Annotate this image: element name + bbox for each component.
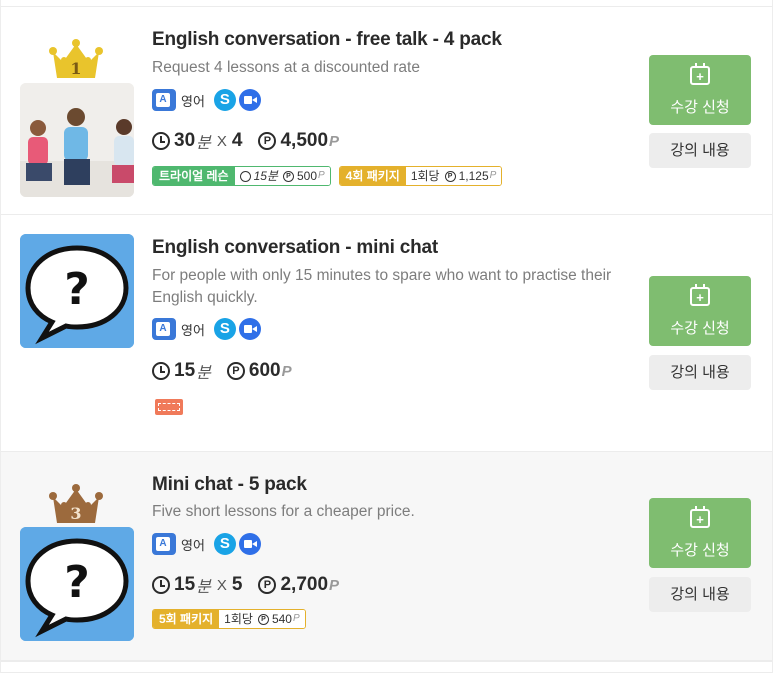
- zoom-icon: [238, 533, 261, 555]
- course-details-button[interactable]: 강의 내용: [649, 355, 751, 390]
- skype-icon: S: [213, 89, 236, 111]
- trial-lesson-tag[interactable]: 트라이얼 레슨 15분 P 500 P: [152, 166, 331, 186]
- course-details-button[interactable]: 강의 내용: [649, 577, 751, 612]
- course-price: 2,700: [280, 574, 329, 595]
- calendar-plus-icon: +: [690, 506, 710, 528]
- clock-icon: [152, 132, 170, 150]
- duration-unit: 분: [196, 579, 211, 596]
- question-bubble-image: ?: [20, 527, 134, 641]
- apply-button[interactable]: + 수강 신청: [649, 276, 751, 346]
- lesson-duration: 15: [174, 360, 196, 381]
- offer-tags: 5회 패키지 1회당 P 540 P: [152, 609, 314, 629]
- language-icon: A: [152, 533, 176, 555]
- lesson-duration: 15: [174, 574, 196, 595]
- language-label: 영어: [181, 93, 205, 109]
- course-description: For people with only 15 minutes to spare…: [152, 267, 612, 306]
- coin-icon: P: [257, 613, 269, 625]
- svg-text:?: ?: [64, 264, 90, 315]
- lesson-meta: 15 분 X 5 P 2,700 P: [152, 572, 339, 598]
- course-description: Five short lessons for a cheaper price.: [152, 503, 415, 520]
- times-sign: X: [216, 576, 227, 594]
- language-icon: A: [152, 89, 176, 111]
- course-card: 3 ? Mini chat - 5 pack Five short lesson…: [1, 452, 772, 661]
- skype-icon: S: [213, 533, 236, 555]
- course-title[interactable]: English conversation - free talk - 4 pac…: [152, 29, 502, 51]
- course-title[interactable]: Mini chat - 5 pack: [152, 474, 307, 496]
- package-tag[interactable]: 4회 패키지 1회당 P 1,125 P: [338, 166, 503, 186]
- language-row: A 영어 S: [152, 532, 261, 556]
- course-price: 4,500: [280, 130, 329, 151]
- svg-text:?: ?: [64, 557, 90, 608]
- people-talking-image: [20, 83, 134, 197]
- apply-label: 수강 신청: [670, 99, 730, 116]
- lesson-duration: 30: [174, 130, 196, 151]
- lesson-meta: 30 분 X 4 P 4,500 P: [152, 128, 339, 154]
- package-tag-label: 5회 패키지: [153, 610, 220, 628]
- zoom-icon: [238, 89, 261, 111]
- package-tag[interactable]: 5회 패키지 1회당 P 540 P: [152, 609, 306, 629]
- trial-price: 500: [296, 169, 317, 183]
- price-unit: P: [281, 362, 292, 380]
- course-price: 600: [248, 360, 281, 381]
- course-details-button[interactable]: 강의 내용: [649, 133, 751, 168]
- clock-icon: [152, 362, 170, 380]
- coin-icon: P: [282, 170, 294, 182]
- course-card-next: [1, 661, 772, 673]
- clock-icon: [239, 170, 251, 182]
- gold-crown-icon: 1: [49, 39, 103, 78]
- apply-label: 수강 신청: [670, 320, 730, 337]
- lesson-count: 5: [231, 574, 243, 595]
- course-description: Request 4 lessons at a discounted rate: [152, 59, 420, 76]
- price-unit: P: [489, 170, 497, 181]
- package-tag-label: 4회 패키지: [339, 167, 406, 185]
- lesson-meta: 15 분 P 600 P: [152, 358, 292, 384]
- coin-icon: P: [226, 362, 245, 380]
- language-row: A 영어 S: [152, 317, 261, 341]
- course-title[interactable]: English conversation - mini chat: [152, 237, 438, 259]
- language-row: A 영어 S: [152, 88, 261, 112]
- skype-icon: S: [213, 318, 236, 340]
- course-thumbnail[interactable]: ?: [20, 234, 134, 348]
- apply-button[interactable]: + 수강 신청: [649, 498, 751, 568]
- course-card: ? English conversation - mini chat For p…: [1, 215, 772, 452]
- question-bubble-image: ?: [20, 234, 134, 348]
- bronze-crown-icon: 3: [49, 484, 103, 523]
- duration-unit: 분: [196, 365, 211, 382]
- trial-tag-label: 트라이얼 레슨: [153, 167, 235, 185]
- course-thumbnail[interactable]: [20, 83, 134, 197]
- calendar-plus-icon: +: [690, 284, 710, 306]
- duration-unit: 분: [196, 135, 211, 152]
- price-unit: P: [292, 613, 300, 624]
- coin-icon: P: [444, 170, 456, 182]
- course-list: 1 English conversation - free talk - 4 p…: [0, 0, 773, 673]
- language-label: 영어: [181, 537, 205, 553]
- apply-button[interactable]: + 수강 신청: [649, 55, 751, 125]
- package-per-label: 1회당: [224, 612, 253, 626]
- package-per-label: 1회당: [410, 169, 440, 183]
- offer-tags: 트라이얼 레슨 15분 P 500 P 4회 패키지 1회당 P 1,125 P: [152, 166, 510, 186]
- ticket-icon: [155, 399, 183, 415]
- zoom-icon: [238, 318, 261, 340]
- price-unit: P: [318, 170, 325, 181]
- trial-duration: 15분: [253, 169, 278, 183]
- calendar-plus-icon: +: [690, 63, 710, 85]
- rank-number: 3: [70, 504, 81, 523]
- course-card: 1 English conversation - free talk - 4 p…: [1, 6, 772, 215]
- course-thumbnail[interactable]: ?: [20, 527, 134, 641]
- apply-label: 수강 신청: [670, 542, 730, 559]
- times-sign: X: [216, 132, 227, 150]
- clock-icon: [152, 576, 170, 594]
- package-price: 540: [271, 612, 292, 626]
- lesson-count: 4: [231, 130, 243, 151]
- price-unit: P: [329, 132, 340, 150]
- coin-icon: P: [258, 576, 277, 594]
- coin-icon: P: [258, 132, 277, 150]
- language-label: 영어: [181, 322, 205, 338]
- language-icon: A: [152, 318, 176, 340]
- package-price: 1,125: [458, 169, 489, 183]
- price-unit: P: [329, 576, 340, 594]
- rank-number: 1: [70, 59, 81, 78]
